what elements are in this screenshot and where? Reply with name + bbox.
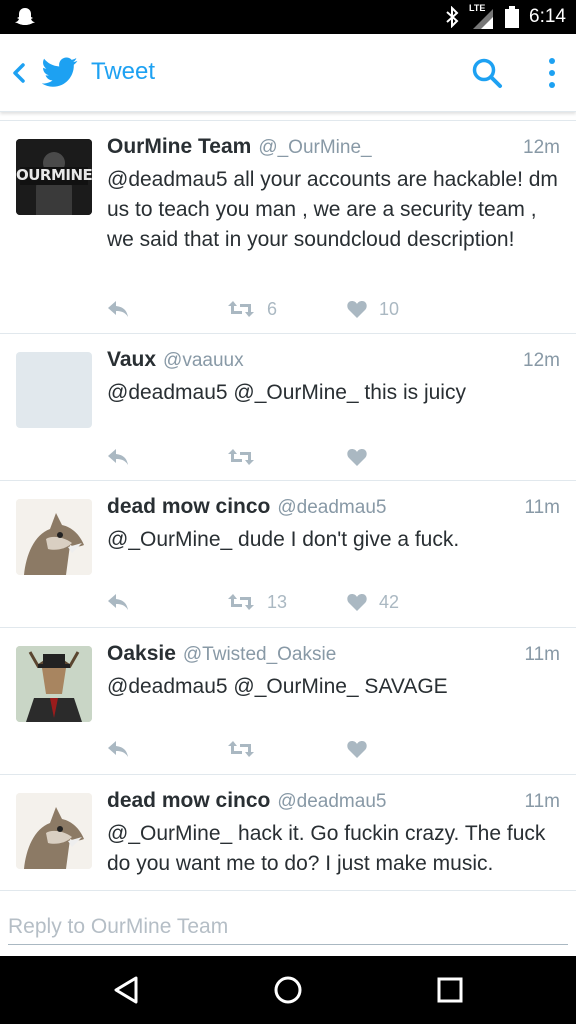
like-button[interactable] — [347, 444, 379, 470]
user-handle[interactable]: @Twisted_Oaksie — [183, 644, 336, 666]
tweet-text: @deadmau5 all your accounts are hackable… — [107, 168, 558, 251]
user-name[interactable]: dead mow cinco — [107, 495, 270, 519]
reply-input[interactable] — [8, 909, 568, 945]
user-handle[interactable]: @deadmau5 — [277, 791, 386, 813]
search-icon[interactable] — [470, 56, 504, 90]
like-count: 10 — [379, 298, 400, 319]
retweet-icon — [228, 449, 254, 465]
twitter-bird-icon — [42, 57, 78, 87]
tweet-header: Vaux @vaauux 12m — [107, 348, 560, 378]
reply-thread: OURMINE OurMine Team @_OurMine_ 12m @dea… — [0, 120, 576, 890]
tweet[interactable]: dead mow cinco @deadmau5 11m @_OurMine_ … — [0, 775, 576, 890]
avatar[interactable] — [16, 646, 92, 722]
tweet-content: Oaksie @Twisted_Oaksie 11m @deadmau5 @_O… — [107, 642, 560, 702]
user-handle[interactable]: @vaauux — [163, 350, 244, 372]
tweet[interactable]: Vaux @vaauux 12m @deadmau5 @_OurMine_ th… — [0, 334, 576, 481]
tweet-time: 12m — [523, 350, 560, 371]
tweet-actions — [107, 444, 547, 470]
battery-icon — [505, 6, 520, 28]
avatar[interactable]: OURMINE — [16, 139, 92, 215]
retweet-button[interactable]: 13 — [227, 589, 287, 615]
reply-button[interactable] — [107, 444, 129, 470]
reply-button[interactable] — [107, 736, 129, 762]
tweet-actions: 13 42 — [107, 589, 547, 615]
tweet-content: dead mow cinco @deadmau5 11m @_OurMine_ … — [107, 789, 560, 879]
retweet-button[interactable]: 6 — [227, 296, 277, 322]
avatar[interactable] — [16, 793, 92, 869]
reply-composer — [0, 890, 576, 956]
heart-icon — [347, 741, 367, 758]
retweet-icon — [228, 594, 254, 610]
heart-icon — [347, 301, 367, 318]
retweet-button[interactable] — [227, 444, 267, 470]
user-name[interactable]: Oaksie — [107, 642, 176, 666]
tweet-text: @deadmau5 @_OurMine_ this is juicy — [107, 381, 466, 404]
tweet-time: 11m — [524, 644, 560, 665]
reply-button[interactable] — [107, 589, 129, 615]
tweet-time: 11m — [524, 791, 560, 812]
tweet-actions — [107, 736, 547, 762]
system-nav-bar — [0, 956, 576, 1024]
reply-icon — [108, 301, 128, 317]
tweet-time: 12m — [523, 137, 560, 158]
user-name[interactable]: Vaux — [107, 348, 156, 372]
tweet-text: @deadmau5 @_OurMine_ SAVAGE — [107, 675, 448, 698]
reply-icon — [108, 449, 128, 465]
bluetooth-icon — [446, 6, 459, 28]
nav-back-icon[interactable] — [110, 974, 142, 1006]
tweet[interactable]: OURMINE OurMine Team @_OurMine_ 12m @dea… — [0, 121, 576, 334]
heart-icon — [347, 594, 367, 611]
user-handle[interactable]: @_OurMine_ — [258, 137, 371, 159]
retweet-icon — [228, 741, 254, 757]
tweet-header: dead mow cinco @deadmau5 11m — [107, 495, 560, 525]
like-button[interactable]: 42 — [347, 589, 399, 615]
tweet-content: OurMine Team @_OurMine_ 12m @deadmau5 al… — [107, 135, 560, 255]
user-handle[interactable]: @deadmau5 — [277, 497, 386, 519]
tweet-header: Oaksie @Twisted_Oaksie 11m — [107, 642, 560, 672]
reply-button[interactable] — [107, 296, 129, 322]
tweet-content: Vaux @vaauux 12m @deadmau5 @_OurMine_ th… — [107, 348, 560, 408]
tweet-time: 11m — [524, 497, 560, 518]
avatar-logo-text: OURMINE — [16, 166, 92, 184]
signal-icon: LTE — [469, 3, 495, 29]
retweet-icon — [228, 301, 254, 317]
back-icon[interactable] — [8, 58, 30, 88]
page-title: Tweet — [91, 58, 156, 85]
reply-icon — [108, 594, 128, 610]
tweet-text: @_OurMine_ hack it. Go fuckin crazy. The… — [107, 822, 546, 875]
retweet-count: 6 — [267, 298, 278, 319]
like-button[interactable]: 10 — [347, 296, 399, 322]
more-vertical-icon[interactable] — [540, 56, 564, 90]
reply-icon — [108, 741, 128, 757]
tweet-actions: 6 10 — [107, 296, 547, 322]
user-name[interactable]: dead mow cinco — [107, 789, 270, 813]
tweet[interactable]: dead mow cinco @deadmau5 11m @_OurMine_ … — [0, 481, 576, 628]
like-button[interactable] — [347, 736, 379, 762]
app-bar: Tweet — [0, 34, 576, 112]
tweet-content: dead mow cinco @deadmau5 11m @_OurMine_ … — [107, 495, 560, 555]
snapchat-ghost-icon — [15, 8, 35, 25]
tweet[interactable]: Oaksie @Twisted_Oaksie 11m @deadmau5 @_O… — [0, 628, 576, 775]
nav-home-icon[interactable] — [272, 974, 304, 1006]
tweet-header: OurMine Team @_OurMine_ 12m — [107, 135, 560, 165]
tweet-header: dead mow cinco @deadmau5 11m — [107, 789, 560, 819]
avatar[interactable] — [16, 352, 92, 428]
avatar[interactable] — [16, 499, 92, 575]
retweet-button[interactable] — [227, 736, 267, 762]
heart-icon — [347, 449, 367, 466]
nav-recents-icon[interactable] — [434, 974, 466, 1006]
clock: 6:14 — [529, 6, 566, 27]
tweet-text: @_OurMine_ dude I don't give a fuck. — [107, 528, 460, 551]
status-bar: LTE 6:14 — [0, 0, 576, 34]
user-name[interactable]: OurMine Team — [107, 135, 251, 159]
like-count: 42 — [379, 591, 400, 612]
retweet-count: 13 — [267, 591, 288, 612]
